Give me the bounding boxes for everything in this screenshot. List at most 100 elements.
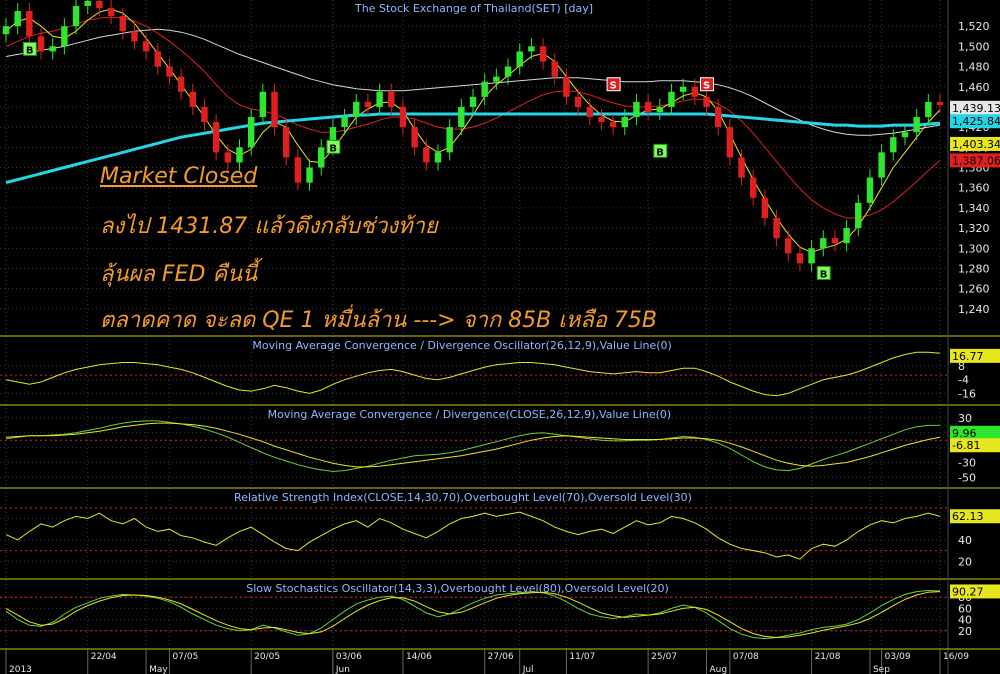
buy-marker-label: B — [329, 143, 337, 154]
candle-body — [61, 26, 68, 47]
candle-body — [528, 46, 535, 52]
candle-body — [586, 106, 593, 118]
candle-body — [294, 157, 302, 183]
candle-body — [84, 0, 91, 6]
candle-body — [913, 117, 920, 133]
candle-body — [131, 31, 138, 42]
candle-body — [609, 122, 617, 128]
candle-body — [364, 101, 372, 107]
candle-body — [761, 197, 769, 218]
candle-body — [481, 81, 488, 97]
candle-body — [493, 76, 500, 82]
candle-body — [714, 106, 722, 128]
indicator-title: Relative Strength Index(CLOSE,14,30,70),… — [234, 491, 692, 504]
x-tick-label: Aug — [710, 665, 728, 674]
candle-body — [866, 177, 874, 203]
candle-body — [72, 6, 80, 27]
annotation-line-3: ตลาดคาด จะลด QE 1 หมื่นล้าน ---> จาก 85B… — [100, 308, 658, 333]
candle-body — [341, 117, 348, 128]
x-tick-label: 20/05 — [254, 652, 280, 662]
y-tick-label: -4 — [958, 374, 969, 387]
candle-body — [820, 238, 827, 249]
chart-background — [0, 0, 1000, 674]
y-tick-label: 1,460 — [958, 81, 990, 94]
candle-body — [399, 106, 407, 128]
candle-body — [376, 91, 383, 107]
y-tick-label: 40 — [958, 534, 972, 547]
indicator-last-value: 62.13 — [952, 510, 984, 523]
candle-body — [318, 147, 325, 168]
y-tick-label: 1,280 — [958, 262, 990, 275]
candle-body — [691, 86, 699, 97]
indicator-last-value: -6.81 — [952, 439, 980, 452]
candle-body — [504, 66, 512, 77]
candle-body — [773, 217, 780, 239]
candle-body — [563, 76, 570, 97]
x-tick-label: Jun — [335, 665, 350, 674]
candle-body — [434, 152, 442, 163]
x-tick-label: May — [149, 665, 168, 674]
buy-marker-label: B — [26, 45, 34, 56]
price-last-value: 1,403.34 — [952, 138, 1000, 151]
sell-marker-label: S — [610, 81, 617, 92]
x-tick-label: Jul — [522, 665, 534, 674]
candle-body — [446, 127, 453, 153]
candle-body — [224, 152, 232, 163]
candle-body — [808, 248, 815, 264]
x-tick-label: 07/08 — [733, 652, 759, 662]
candle-body — [37, 36, 45, 52]
y-tick-label: 20 — [958, 555, 972, 568]
candle-body — [201, 106, 208, 123]
candle-body — [96, 0, 103, 9]
x-tick-label: 16/09 — [943, 652, 969, 662]
candle-body — [703, 96, 710, 107]
candle-body — [282, 127, 290, 158]
candle-body — [166, 66, 173, 77]
candle-body — [738, 157, 745, 178]
stock-chart: 1,2401,2601,2801,3001,3201,3401,3601,380… — [0, 0, 1000, 674]
candle-body — [353, 101, 360, 118]
indicator-title: Slow Stochastics Oscillator(14,3,3),Over… — [246, 582, 669, 595]
candle-body — [2, 26, 10, 35]
y-tick-label: 40 — [958, 614, 972, 627]
candle-body — [925, 101, 932, 118]
y-tick-label: 20 — [958, 625, 972, 638]
indicator-last-value: 16.77 — [952, 350, 984, 363]
price-last-value: 1,425.84 — [952, 115, 1000, 128]
price-last-value: 1,439.13 — [952, 102, 1000, 115]
price-last-value: 1,387.06 — [952, 154, 1000, 167]
candle-body — [306, 167, 313, 183]
candle-body — [49, 46, 56, 52]
y-tick-label: 1,300 — [958, 242, 990, 255]
candle-body — [621, 117, 628, 128]
indicator-title: Moving Average Convergence / Divergence(… — [268, 408, 672, 421]
candle-body — [189, 91, 197, 107]
candle-body — [831, 238, 839, 244]
y-tick-label: 1,480 — [958, 61, 990, 74]
candle-body — [119, 16, 126, 32]
candle-body — [539, 46, 547, 62]
x-tick-label: 14/06 — [406, 652, 432, 662]
buy-marker-label: B — [656, 147, 664, 158]
candle-body — [901, 132, 909, 138]
x-tick-label: 2013 — [9, 665, 32, 674]
candle-body — [271, 91, 278, 128]
annotation-line-2: ลุ้นผล FED คืนนี้ — [100, 262, 258, 287]
candle-body — [855, 202, 862, 229]
candle-body — [212, 122, 220, 153]
candle-body — [726, 127, 734, 158]
x-tick-label: Sep — [873, 665, 890, 674]
candle-body — [890, 137, 897, 153]
y-tick-label: 1,500 — [958, 40, 990, 53]
sell-marker-label: S — [703, 81, 710, 92]
candle-body — [236, 147, 243, 163]
price-chart-title: The Stock Exchange of Thailand(SET) [day… — [354, 2, 593, 15]
indicator-last-value: 9.96 — [952, 427, 977, 440]
x-tick-label: 21/08 — [815, 652, 841, 662]
x-tick-label: 11/07 — [569, 652, 595, 662]
y-tick-label: 1,520 — [958, 20, 990, 33]
candle-body — [26, 11, 33, 37]
candle-body — [177, 76, 185, 92]
indicator-title: Moving Average Convergence / Divergence … — [252, 339, 671, 352]
y-tick-label: 1,360 — [958, 182, 990, 195]
